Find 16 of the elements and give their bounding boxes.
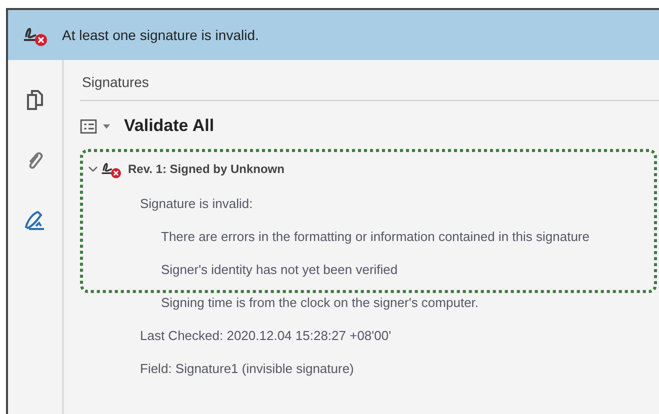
list-icon <box>80 118 97 134</box>
detail-text: Signing time is from the clock on the signer's computer. <box>161 294 480 312</box>
detail-text: Signer's identity has not yet been verified <box>161 261 399 279</box>
detail-text: Signature is invalid: <box>140 195 254 213</box>
detail-text: Last Checked: 2020.12.04 15:28:27 +08'00' <box>140 327 392 345</box>
banner-message: At least one signature is invalid. <box>62 27 259 43</box>
detail-text: Field: Signature1 (invisible signature) <box>140 360 355 378</box>
chevron-down-icon[interactable] <box>88 164 98 174</box>
options-menu-button[interactable] <box>80 118 110 134</box>
panel-title: Signatures <box>80 60 659 101</box>
detail-text: There are errors in the formatting or information contained in this signature <box>161 228 590 246</box>
signature-pen-icon <box>24 209 46 231</box>
dropdown-caret-icon <box>103 124 110 128</box>
pages-icon <box>24 89 46 111</box>
signature-title[interactable]: Rev. 1: Signed by Unknown <box>128 162 284 176</box>
validate-all-button[interactable]: Validate All <box>118 116 220 136</box>
